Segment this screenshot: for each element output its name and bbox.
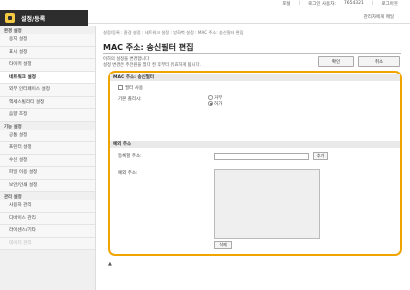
sidebar-item-common[interactable]: 공통 설정 [0, 129, 95, 142]
breadcrumb: 설정/등록 : 환경 설정 : 네트워크 설정 : 방화벽 설정 : MAC 주… [103, 30, 244, 35]
logout-link[interactable]: 로그아웃 [381, 1, 398, 7]
exception-address-list[interactable] [214, 169, 320, 239]
page-title: MAC 주소: 송신필터 편집 [103, 43, 194, 52]
sidebar-item-display[interactable]: 표시 설정 [0, 46, 95, 59]
info-message: 이하의 설정을 변경합니다 설정 변경은 주전원을 껐다 켠 후부터 유효하게 … [103, 57, 201, 69]
sidebar: 환경 설정 용지 설정 표시 설정 타이머 설정 네트워크 설정 외부 인터페이… [0, 26, 96, 290]
app-header: 설정/등록 [0, 10, 88, 26]
divider: | [371, 1, 374, 6]
sidebar-section-function: 기능 설정 [4, 124, 22, 130]
mail-admin-link[interactable]: 관리자에게 메일 [364, 14, 394, 20]
sidebar-item-accessibility[interactable]: 액세스빌리티 설정 [0, 96, 95, 109]
register-address-label: 등록할 주소: [118, 154, 142, 159]
sidebar-item-sound[interactable]: 음향 조정 [0, 109, 95, 122]
login-user-value: 7654321 [343, 1, 364, 6]
page-top-link[interactable]: ▲ [108, 261, 112, 267]
sidebar-section-management: 관리 설정 [4, 195, 22, 200]
sidebar-item-device-management[interactable]: 디바이스 관리 [0, 212, 95, 225]
send-filter-section-header: MAC 주소: 송신필터 [110, 74, 400, 81]
sidebar-section-env: 환경 설정 [4, 29, 22, 34]
register-address-input[interactable] [214, 153, 309, 160]
sidebar-item-paper[interactable]: 용지 설정 [0, 34, 95, 47]
cancel-button[interactable]: 취소 [358, 56, 400, 67]
sidebar-item-user-management[interactable]: 사용자 관리 [0, 200, 95, 213]
info-message-line: 설정 변경은 주전원을 껐다 켠 후부터 유효하게 됩니다. [103, 63, 201, 68]
divider: | [298, 1, 301, 6]
add-button[interactable]: 추가 [313, 152, 328, 160]
policy-deny-radio[interactable] [208, 95, 213, 100]
policy-allow-radio[interactable] [208, 101, 213, 106]
exception-addresses-label: 예외 주소: [118, 171, 138, 176]
sidebar-item-data-management[interactable]: 데이터 관리 [0, 237, 95, 250]
sidebar-item-license[interactable]: 라이센스/기타 [0, 225, 95, 238]
exception-section-header: 예외 주소 [110, 141, 400, 148]
default-policy-label: 기본 폴리시: [118, 97, 142, 102]
app-title: 설정/등록 [21, 15, 46, 23]
sidebar-item-receive[interactable]: 수신 설정 [0, 154, 95, 167]
main-content: 설정/등록 : 환경 설정 : 네트워크 설정 : 방화벽 설정 : MAC 주… [103, 26, 403, 290]
settings-app-icon [5, 13, 15, 23]
sidebar-item-external-interface[interactable]: 외부 인터페이스 설정 [0, 84, 95, 97]
portal-link[interactable]: 포털 [282, 1, 290, 7]
delete-button[interactable]: 삭제 [214, 241, 232, 249]
login-user-label: 로그인 사용자: [308, 2, 336, 7]
sidebar-item-printer[interactable]: 프린터 설정 [0, 142, 95, 155]
sidebar-item-security-print[interactable]: 보안/인쇄 설정 [0, 179, 95, 192]
sidebar-item-file-use[interactable]: 파일 이용 설정 [0, 167, 95, 180]
use-filter-label: 필터 사용 [125, 86, 143, 91]
sidebar-item-timer[interactable]: 타이머 설정 [0, 59, 95, 72]
sidebar-item-network[interactable]: 네트워크 설정 [0, 71, 95, 84]
ok-button[interactable]: 확인 [318, 56, 354, 67]
utility-links: 포털 | 로그인 사용자: 7654321 | 로그아웃 [282, 1, 398, 7]
title-divider [103, 53, 401, 54]
policy-allow-label: 허가 [214, 102, 223, 107]
use-filter-checkbox[interactable] [118, 85, 123, 90]
filter-settings-panel: MAC 주소: 송신필터 필터 사용 기본 폴리시: 거부 허가 예외 주소 등… [110, 73, 400, 254]
